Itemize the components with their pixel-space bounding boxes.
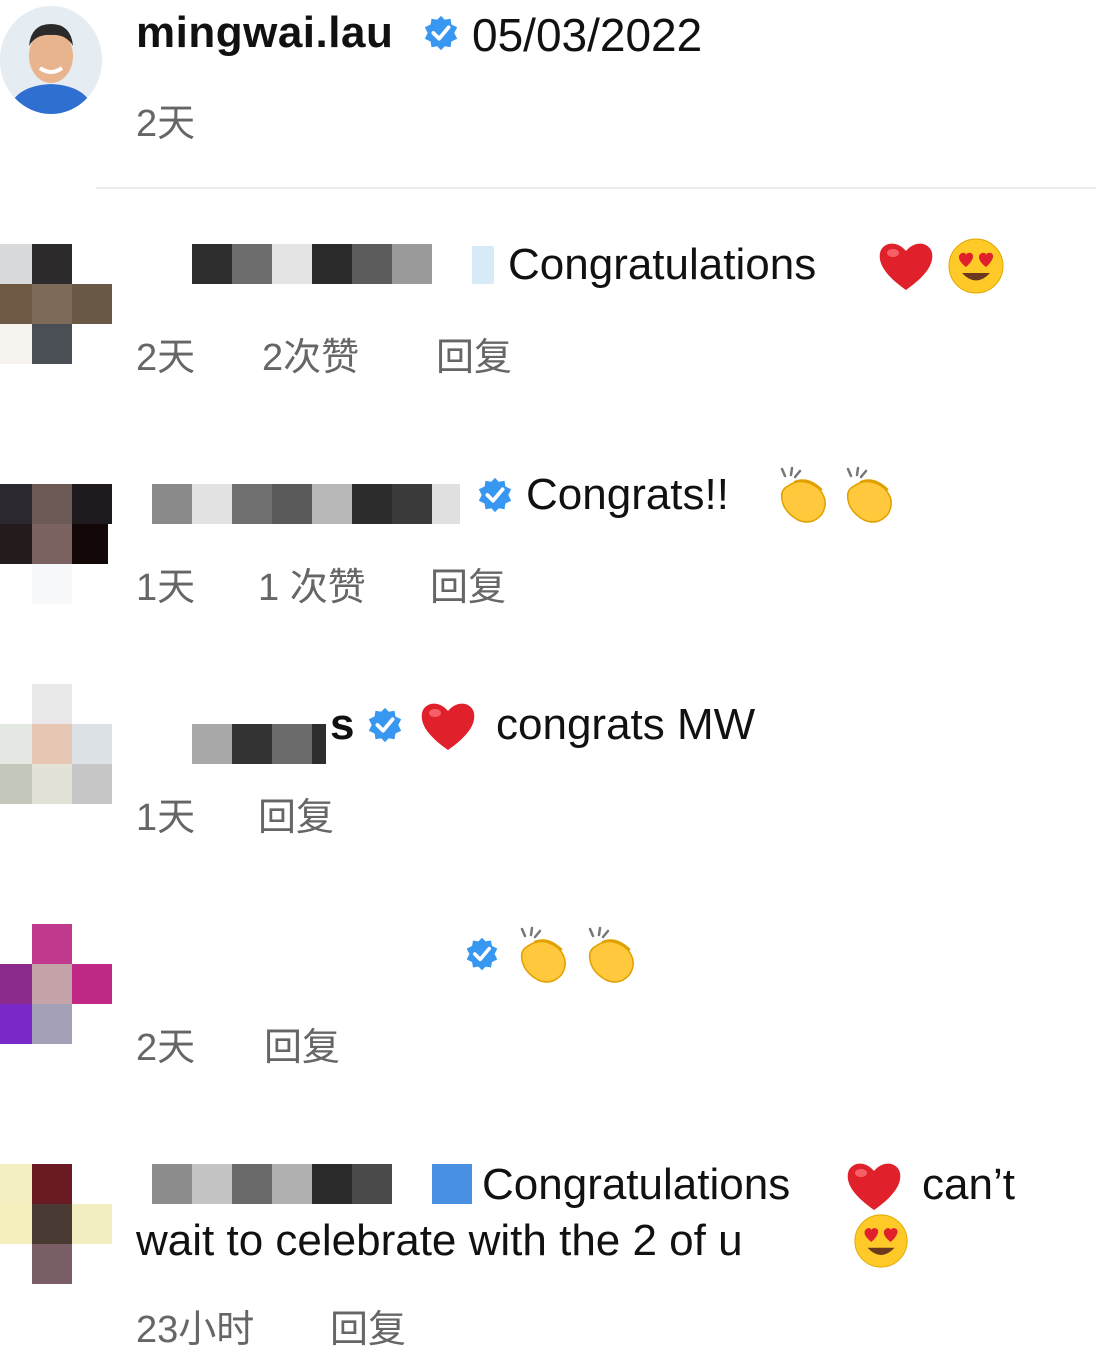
heart-eyes-emoji-icon <box>852 1212 910 1275</box>
clapping-hands-emoji-icon <box>582 926 642 991</box>
reply-button[interactable]: 回复 <box>430 556 506 611</box>
comment-likes[interactable]: 1 次赞 <box>258 556 366 611</box>
red-heart-icon <box>418 696 478 761</box>
clapping-hands-emoji-icon <box>514 926 574 991</box>
comment-text: Congrats!! <box>526 470 729 519</box>
heart-eyes-emoji-icon <box>946 236 1006 301</box>
comment-age: 23小时 <box>136 1309 255 1351</box>
verified-badge-icon <box>432 1164 472 1204</box>
comment-avatar-blurred[interactable] <box>0 684 112 804</box>
comment-avatar-blurred[interactable] <box>0 244 112 364</box>
commenter-username-blurred[interactable] <box>192 244 432 284</box>
author-username[interactable]: mingwai.lau <box>136 8 393 58</box>
reply-button[interactable]: 回复 <box>258 786 334 841</box>
comment-age: 2天 <box>136 1027 196 1069</box>
reply-button[interactable]: 回复 <box>330 1298 406 1353</box>
commenter-username-suffix[interactable]: s <box>330 700 354 750</box>
post-date: 05/03/2022 <box>472 9 703 61</box>
comment-likes[interactable]: 2次赞 <box>262 326 359 381</box>
comment-avatar-blurred[interactable] <box>0 924 112 1044</box>
comment-text: Congratulations <box>508 240 817 289</box>
comment-avatar-blurred[interactable] <box>0 1164 112 1284</box>
divider <box>96 187 1096 189</box>
comment-text-line1: Congratulations <box>482 1160 791 1209</box>
comment-age: 1天 <box>136 797 196 839</box>
verified-badge-icon <box>366 706 404 749</box>
post-age: 2天 <box>136 103 196 145</box>
verified-badge-icon <box>464 936 500 977</box>
verified-badge-icon <box>472 246 494 284</box>
comment-text-line1-end: can’t <box>922 1160 1015 1209</box>
author-avatar[interactable] <box>0 6 102 114</box>
red-heart-icon <box>876 236 936 301</box>
commenter-username-blurred[interactable] <box>152 484 460 524</box>
clapping-hands-emoji-icon <box>840 466 900 531</box>
verified-badge-icon <box>476 476 514 519</box>
comment-age: 1天 <box>136 567 196 609</box>
verified-badge-icon <box>422 14 460 57</box>
clapping-hands-emoji-icon <box>774 466 834 531</box>
comment-avatar-blurred[interactable] <box>0 484 112 604</box>
comment-text-line2: wait to celebrate with the 2 of u <box>136 1216 743 1265</box>
commenter-username-blurred[interactable] <box>192 724 326 764</box>
comment-age: 2天 <box>136 337 196 379</box>
comment-text: congrats MW <box>496 700 756 749</box>
commenter-username-blurred[interactable] <box>152 1164 392 1204</box>
reply-button[interactable]: 回复 <box>436 326 512 381</box>
reply-button[interactable]: 回复 <box>264 1016 340 1071</box>
